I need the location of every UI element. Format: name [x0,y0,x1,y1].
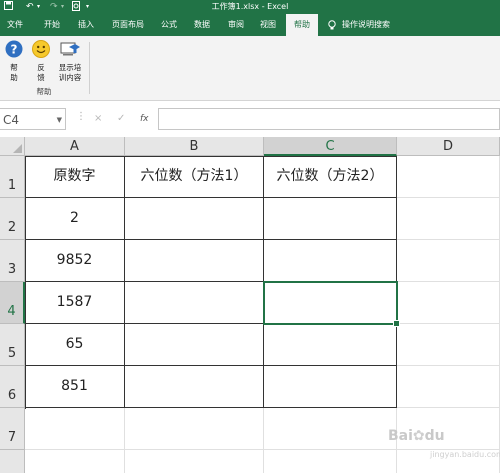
cell-d2[interactable] [397,198,500,240]
feedback-button-label-1: 反 [37,63,45,72]
help-button-label-1: 帮 [10,63,18,72]
cell-a4[interactable]: 1587 [25,282,125,324]
cell-a3[interactable]: 9852 [25,240,125,282]
column-header-b[interactable]: B [125,137,264,156]
row-header-2[interactable]: 2 [0,198,25,240]
show-training-label-1: 显示培 [58,63,82,72]
help-button[interactable]: ? 帮 助 [3,40,25,83]
confirm-entry-button[interactable]: ✓ [117,109,125,129]
training-icon [54,40,86,61]
formula-bar: C4 ▼ ⋮ × ✓ fx [0,101,500,138]
cell-b2[interactable] [125,198,264,240]
svg-text:?: ? [11,43,18,57]
insert-function-button[interactable]: fx [140,109,149,129]
feedback-button[interactable]: 反 馈 [30,40,52,83]
cell-b8[interactable] [125,450,264,473]
cell-b7[interactable] [125,408,264,450]
cell-a6[interactable]: 851 [25,366,125,408]
cell-b4[interactable] [125,282,264,324]
baidu-watermark: Bai✿du [388,428,445,444]
row-header-7-label: 7 [7,430,17,445]
cell-c2[interactable] [264,198,397,240]
column-header-a[interactable]: A [25,137,125,156]
name-box-value: C4 [3,113,20,127]
show-training-button[interactable]: 显示培 训内容 [54,40,86,83]
baidu-watermark-text: Bai [388,428,413,444]
show-training-label-2: 训内容 [58,73,82,82]
feedback-button-label-2: 馈 [37,73,45,82]
ribbon-tabs: 文件 开始 插入 页面布局 公式 数据 审阅 视图 帮助 操作说明搜索 [0,14,500,36]
cell-d3[interactable] [397,240,500,282]
ribbon-group-label-help: 帮助 [36,87,52,96]
baidu-watermark-text-2: du [424,428,445,444]
cell-d4[interactable] [397,282,500,324]
formula-input[interactable] [158,108,500,130]
tab-help[interactable]: 帮助 [286,14,318,36]
tab-insert[interactable]: 插入 [70,14,102,36]
tell-me-search[interactable]: 操作说明搜索 [342,14,422,36]
smiley-icon [30,40,52,61]
tab-file[interactable]: 文件 [0,14,30,36]
window-title: 工作簿1.xlsx - Excel [211,2,289,11]
cell-c4[interactable] [264,282,397,324]
cell-c3[interactable] [264,240,397,282]
row-header-2-label: 2 [7,220,17,235]
ribbon-panel: ? 帮 助 反 馈 显示培 训内容 帮助 [0,36,500,101]
title-bar: ↶ ▾ ↷ ▾ ▾ 工作簿1.xlsx - Excel [0,0,500,14]
help-button-label-2: 助 [10,73,18,82]
row-header-5[interactable]: 5 [0,324,25,366]
cell-a2[interactable]: 2 [25,198,125,240]
cell-d6[interactable] [397,366,500,408]
row-header-4-label: 4 [7,304,16,319]
select-all-button[interactable] [0,137,25,156]
baidu-watermark-url: jingyan.baidu.com [430,450,500,459]
row-header-3[interactable]: 3 [0,240,25,282]
column-header-d[interactable]: D [397,137,500,156]
tab-page-layout[interactable]: 页面布局 [106,14,150,36]
cell-c1[interactable]: 六位数（方法2） [264,156,397,198]
cell-a5[interactable]: 65 [25,324,125,366]
row-header-5-label: 5 [7,346,17,361]
cell-b5[interactable] [125,324,264,366]
cell-a8[interactable] [25,450,125,473]
cell-c5[interactable] [264,324,397,366]
row-header-4[interactable]: 4 [0,282,25,324]
row-header-3-label: 3 [7,262,17,277]
cell-c6[interactable] [264,366,397,408]
cell-b1[interactable]: 六位数（方法1） [125,156,264,198]
lightbulb-icon[interactable] [326,14,338,36]
column-header-c[interactable]: C [264,137,397,156]
cell-c8[interactable] [264,450,397,473]
tab-home[interactable]: 开始 [36,14,68,36]
cancel-entry-button[interactable]: × [94,109,102,129]
select-all-triangle-icon [13,144,22,153]
name-box-dropdown-icon[interactable]: ▼ [57,109,62,131]
formula-bar-grip-icon[interactable]: ⋮ [76,111,86,122]
worksheet-grid: A B C D 1 2 3 4 5 6 7 原数字 六位数（方法1） 六位数（方… [0,137,500,473]
tab-review[interactable]: 审阅 [222,14,250,36]
tab-formulas[interactable]: 公式 [155,14,183,36]
row-header-1[interactable]: 1 [0,156,25,198]
help-icon: ? [3,40,25,61]
cell-b3[interactable] [125,240,264,282]
tab-data[interactable]: 数据 [188,14,216,36]
cell-d1[interactable] [397,156,500,198]
row-header-8[interactable] [0,450,25,473]
tab-view[interactable]: 视图 [254,14,282,36]
ribbon-group-divider [89,42,90,94]
row-header-7[interactable]: 7 [0,408,25,450]
row-header-6[interactable]: 6 [0,366,25,408]
name-box[interactable]: C4 ▼ [0,108,66,130]
cell-a1[interactable]: 原数字 [25,156,125,198]
cell-c7[interactable] [264,408,397,450]
cell-d5[interactable] [397,324,500,366]
baidu-paw-icon: ✿ [412,428,425,444]
cell-a7[interactable] [25,408,125,450]
row-header-6-label: 6 [7,388,17,403]
cell-b6[interactable] [125,366,264,408]
row-header-1-label: 1 [7,178,17,193]
